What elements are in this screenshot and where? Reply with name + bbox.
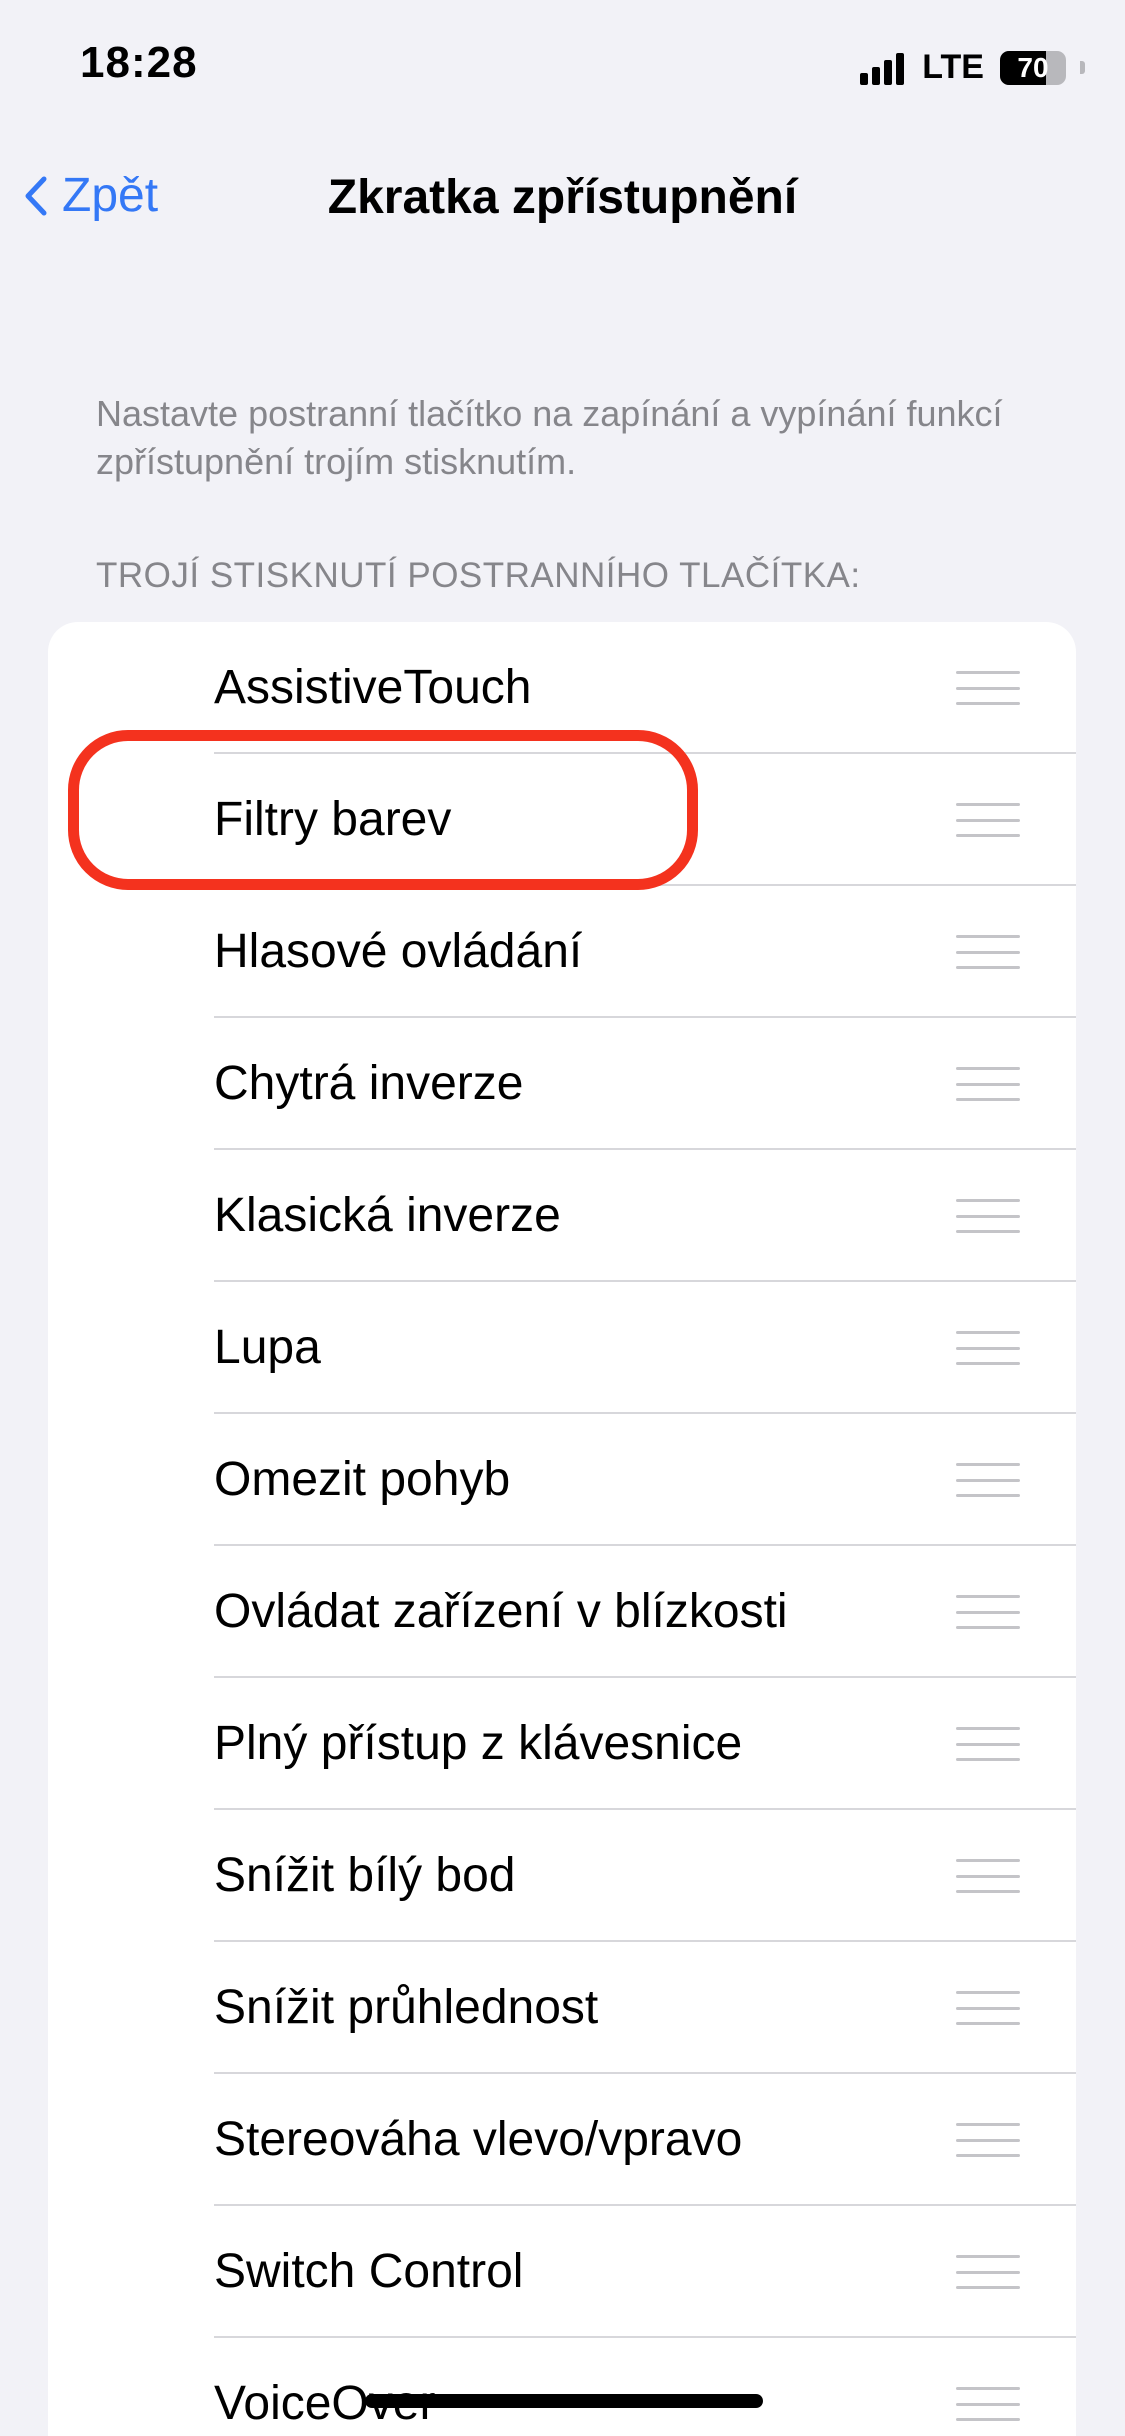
reorder-handle-icon[interactable] xyxy=(956,1199,1020,1233)
list-item-reduce-motion[interactable]: Omezit pohyb xyxy=(48,1414,1076,1546)
list-item-label: Chytrá inverze xyxy=(214,1057,524,1110)
list-item-label: VoiceOver xyxy=(214,2377,436,2430)
list-item-label: Plný přístup z klávesnice xyxy=(214,1717,743,1770)
status-indicators: LTE 70 xyxy=(860,48,1085,87)
navigation-bar: Zpět Zkratka zpřístupnění xyxy=(0,140,1125,260)
reorder-handle-icon[interactable] xyxy=(956,1859,1020,1893)
list-item-switch-control[interactable]: Switch Control xyxy=(48,2206,1076,2338)
reorder-handle-icon[interactable] xyxy=(956,803,1020,837)
reorder-handle-icon[interactable] xyxy=(956,1595,1020,1629)
list-item-label: AssistiveTouch xyxy=(214,661,532,714)
list-item-label: Klasická inverze xyxy=(214,1189,561,1242)
status-bar: 18:28 LTE 70 xyxy=(0,0,1125,140)
list-item-label: Snížit průhlednost xyxy=(214,1981,599,2034)
screen: 18:28 LTE 70 Zpět Zkratka zpřístupnění N xyxy=(0,0,1125,2436)
list-item-label: Ovládat zařízení v blízkosti xyxy=(214,1585,788,1638)
list-item-stereo-balance[interactable]: Stereováha vlevo/vpravo xyxy=(48,2074,1076,2206)
reorder-handle-icon[interactable] xyxy=(956,1463,1020,1497)
reorder-handle-icon[interactable] xyxy=(956,2387,1020,2421)
list-item-label: Lupa xyxy=(214,1321,321,1374)
battery-icon: 70 xyxy=(1000,50,1066,85)
network-type: LTE xyxy=(922,48,984,86)
battery-level: 70 xyxy=(1017,51,1049,83)
reorder-handle-icon[interactable] xyxy=(956,1991,1020,2025)
list-item-label: Filtry barev xyxy=(214,793,452,846)
section-description: Nastavte postranní tlačítko na zapínání … xyxy=(96,393,1003,482)
list-item-reduce-transparency[interactable]: Snížit průhlednost xyxy=(48,1942,1076,2074)
list-item-smart-invert[interactable]: Chytrá inverze xyxy=(48,1018,1076,1150)
home-indicator[interactable] xyxy=(365,2394,763,2408)
list-item-assistivetouch[interactable]: AssistiveTouch xyxy=(48,622,1076,754)
list-item-voice-control[interactable]: Hlasové ovládání xyxy=(48,886,1076,1018)
list-item-zoom[interactable]: Lupa xyxy=(48,1282,1076,1414)
list-item-classic-invert[interactable]: Klasická inverze xyxy=(48,1150,1076,1282)
list-item-color-filters[interactable]: Filtry barev xyxy=(48,754,1076,886)
reorder-handle-icon[interactable] xyxy=(956,935,1020,969)
reorder-handle-icon[interactable] xyxy=(956,671,1020,705)
status-time: 18:28 xyxy=(80,38,198,87)
list-item-reduce-white-point[interactable]: Snížit bílý bod xyxy=(48,1810,1076,1942)
reorder-handle-icon[interactable] xyxy=(956,2255,1020,2289)
battery-tip xyxy=(1080,61,1085,74)
reorder-handle-icon[interactable] xyxy=(956,1067,1020,1101)
list-item-label: Stereováha vlevo/vpravo xyxy=(214,2113,743,2166)
list-item-label: Hlasové ovládání xyxy=(214,925,583,978)
section-header: TROJÍ STISKNUTÍ POSTRANNÍHO TLAČÍTKA: xyxy=(96,556,861,595)
page-title: Zkratka zpřístupnění xyxy=(327,171,798,224)
list-item-control-nearby-devices[interactable]: Ovládat zařízení v blízkosti xyxy=(48,1546,1076,1678)
list-item-label: Switch Control xyxy=(214,2245,524,2298)
list-item-label: Omezit pohyb xyxy=(214,1453,511,1506)
list-item-voiceover[interactable]: VoiceOver xyxy=(48,2338,1076,2436)
reorder-handle-icon[interactable] xyxy=(956,1727,1020,1761)
list-item-full-keyboard-access[interactable]: Plný přístup z klávesnice xyxy=(48,1678,1076,1810)
reorder-handle-icon[interactable] xyxy=(956,2123,1020,2157)
shortcut-list: AssistiveTouch Filtry barev Hlasové ovlá… xyxy=(48,622,1076,2436)
reorder-handle-icon[interactable] xyxy=(956,1331,1020,1365)
signal-strength-icon xyxy=(860,51,905,85)
list-item-label: Snížit bílý bod xyxy=(214,1849,516,1902)
